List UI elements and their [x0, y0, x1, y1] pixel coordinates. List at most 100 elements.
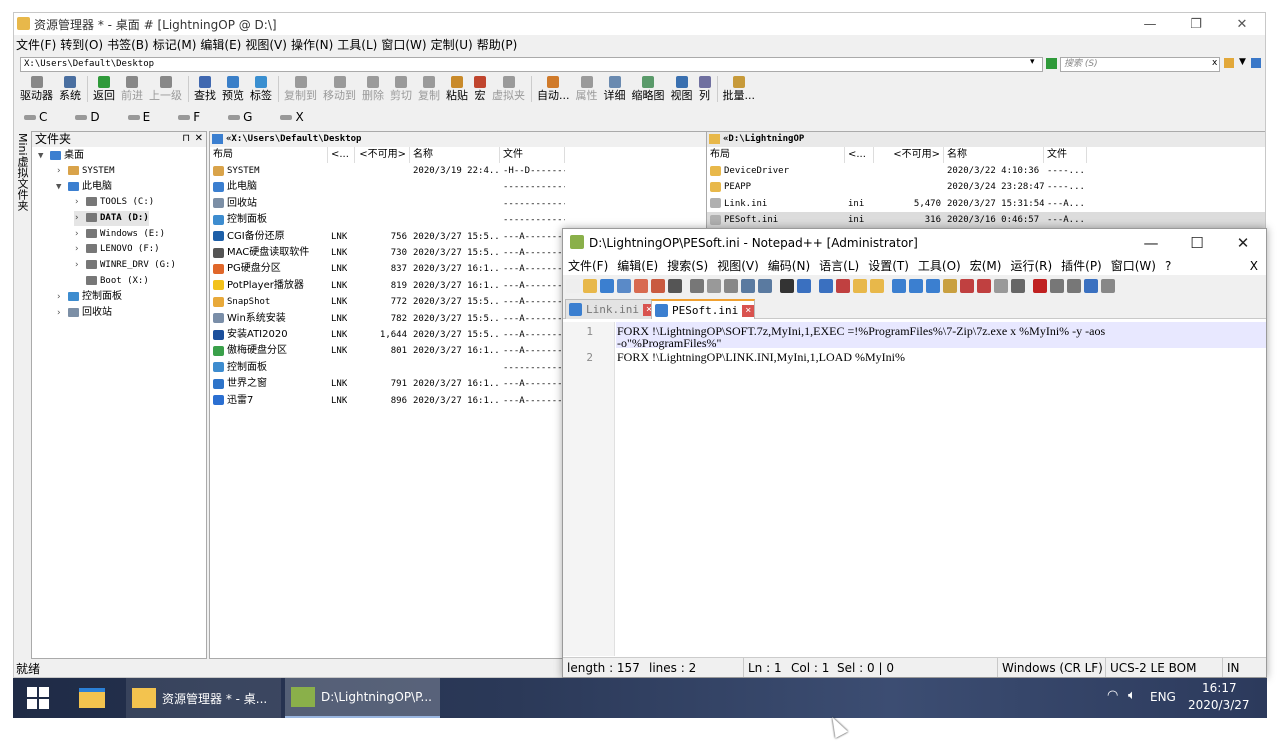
menu-item[interactable]: 工具(O) [918, 257, 961, 275]
toolbar-button[interactable]: 预览 [222, 76, 244, 104]
column-header[interactable]: 文件 [500, 147, 565, 163]
new-file-icon[interactable] [566, 279, 580, 293]
paste-icon[interactable] [724, 279, 738, 293]
clock-time[interactable]: 16:17 [1202, 681, 1237, 695]
sync-h-icon[interactable] [870, 279, 884, 293]
monitor-icon[interactable] [1011, 279, 1025, 293]
toolbar-button[interactable]: 详细 [604, 76, 626, 104]
menu-item[interactable]: 编辑(E) [200, 36, 241, 54]
explorer-title-bar[interactable]: 资源管理器 * - 桌面 # [LightningOP @ D:\] — ❐ ✕ [14, 13, 1265, 35]
toolbar-button[interactable]: 删除 [362, 76, 384, 104]
tree-node[interactable]: › WINRE_DRV (G:) [74, 258, 176, 273]
file-row[interactable]: 控制面板 ------------ [210, 212, 708, 228]
tree-node[interactable]: › SYSTEM [56, 164, 115, 179]
chevron-right-icon[interactable]: › [74, 195, 86, 210]
toolbar-button[interactable]: 查找 [194, 76, 216, 104]
menu-item[interactable]: 帮助(P) [477, 36, 518, 54]
toolbar-button[interactable]: 缩略图 [632, 76, 665, 104]
file-row[interactable]: 此电脑 ------------ [210, 179, 708, 195]
folder-workspace-icon[interactable] [994, 279, 1008, 293]
search-clear-icon[interactable]: x [1212, 58, 1217, 68]
cut-icon[interactable] [690, 279, 704, 293]
chevron-down-icon[interactable]: ▼ [38, 149, 50, 164]
minimize-icon[interactable]: — [1128, 229, 1174, 257]
toolbar-button[interactable]: 上一级 [149, 76, 182, 104]
chevron-right-icon[interactable]: › [56, 290, 68, 305]
menu-item[interactable]: 运行(R) [1010, 257, 1052, 275]
chevron-right-icon[interactable]: › [56, 306, 68, 321]
menu-item[interactable]: 宏(M) [970, 257, 1002, 275]
menu-item[interactable]: 文件(F) [568, 257, 608, 275]
menu-item[interactable]: 标记(M) [153, 36, 197, 54]
print-icon[interactable] [668, 279, 682, 293]
search-go-icon[interactable] [1251, 58, 1261, 68]
stop-icon[interactable] [1050, 279, 1064, 293]
tree-node[interactable]: Boot (X:) [74, 274, 149, 289]
toolbar-button[interactable]: 前进 [121, 76, 143, 104]
column-header[interactable]: 名称 [944, 147, 1044, 163]
language-indicator[interactable]: ENG [1150, 690, 1176, 704]
copy-icon[interactable] [707, 279, 721, 293]
file-row[interactable]: SYSTEM 2020/3/19 22:4... -H--D------- [210, 163, 708, 179]
menu-item[interactable]: 编码(N) [768, 257, 810, 275]
drive-button[interactable]: C [24, 110, 61, 124]
menu-item[interactable]: 转到(O) [60, 36, 103, 54]
toolbar-button[interactable]: 自动... [537, 76, 570, 104]
restore-icon[interactable]: ❐ [1173, 13, 1219, 35]
pane-path-header[interactable]: «D:\LightningOP [707, 132, 1265, 147]
column-header[interactable]: 布局 [707, 147, 845, 163]
find-icon[interactable] [780, 279, 794, 293]
toolbar-button[interactable]: 返回 [93, 76, 115, 104]
doc-map-icon[interactable] [960, 279, 974, 293]
menu-item[interactable]: 操作(N) [291, 36, 333, 54]
folder-tree-close-icon[interactable]: ✕ [195, 132, 203, 146]
file-row[interactable]: DeviceDriver 2020/3/22 4:10:36 ----... [707, 163, 1265, 179]
toolbar-button[interactable]: 驱动器 [20, 76, 53, 104]
editor[interactable]: 12 FORX !\LightningOP\SOFT.7z,MyIni,1,EX… [563, 322, 1266, 656]
tab-pesoft-ini[interactable]: PESoft.ini × [651, 299, 756, 319]
drive-button[interactable]: D [75, 110, 113, 124]
column-header[interactable]: <不可用> [355, 147, 410, 163]
close-all-icon[interactable] [651, 279, 665, 293]
code-line[interactable]: FORX !\LightningOP\LINK.INI,MyIni,1,LOAD… [617, 351, 905, 364]
tab-close-icon[interactable]: × [742, 305, 755, 317]
tree-node[interactable]: ▼ 桌面 [38, 148, 84, 163]
menu-item[interactable]: 语言(L) [819, 257, 859, 275]
tree-node[interactable]: › 控制面板 [56, 289, 122, 304]
menu-item[interactable]: ? [1165, 257, 1171, 275]
taskbar-notepad[interactable]: D:\LightningOP\P... [285, 678, 440, 718]
address-dropdown-icon[interactable]: ▾ [1030, 57, 1035, 67]
menu-item[interactable]: 窗口(W) [1111, 257, 1156, 275]
zoom-in-icon[interactable] [819, 279, 833, 293]
indent-guide-icon[interactable] [926, 279, 940, 293]
column-header[interactable]: <不可用> [874, 147, 944, 163]
menu-item[interactable]: 编辑(E) [617, 257, 658, 275]
code-line-wrap[interactable]: -o"%ProgramFiles%" [617, 337, 721, 350]
column-header[interactable]: 名称 [410, 147, 500, 163]
go-icon[interactable] [1046, 58, 1057, 69]
chevron-right-icon[interactable]: › [74, 242, 86, 257]
toolbar-button[interactable]: 复制到 [284, 76, 317, 104]
toolbar-button[interactable]: 粘贴 [446, 76, 468, 104]
toolbar-button[interactable]: 属性 [576, 76, 598, 104]
tree-node[interactable]: › DATA (D:) [74, 210, 149, 226]
tree-node[interactable]: › Windows (E:) [74, 227, 165, 242]
menu-item[interactable]: 设置(T) [868, 257, 909, 275]
save-all-icon[interactable] [617, 279, 631, 293]
save-icon[interactable] [600, 279, 614, 293]
close-document-icon[interactable]: X [1250, 257, 1258, 275]
chevron-down-icon[interactable]: ▼ [56, 180, 68, 195]
toolbar-button[interactable]: 剪切 [390, 76, 412, 104]
maximize-icon[interactable]: ☐ [1174, 229, 1220, 257]
menu-item[interactable]: 定制(U) [431, 36, 473, 54]
close-icon[interactable]: ✕ [1219, 13, 1265, 35]
word-wrap-icon[interactable] [892, 279, 906, 293]
minimize-icon[interactable]: — [1127, 13, 1173, 35]
search-input[interactable]: 搜索 (S) [1060, 57, 1220, 72]
chevron-right-icon[interactable]: › [56, 164, 68, 179]
drive-button[interactable]: X [280, 110, 317, 124]
drive-button[interactable]: G [228, 110, 266, 124]
play-multi-icon[interactable] [1084, 279, 1098, 293]
toolbar-button[interactable]: 标签 [250, 76, 272, 104]
menu-item[interactable]: 插件(P) [1061, 257, 1102, 275]
